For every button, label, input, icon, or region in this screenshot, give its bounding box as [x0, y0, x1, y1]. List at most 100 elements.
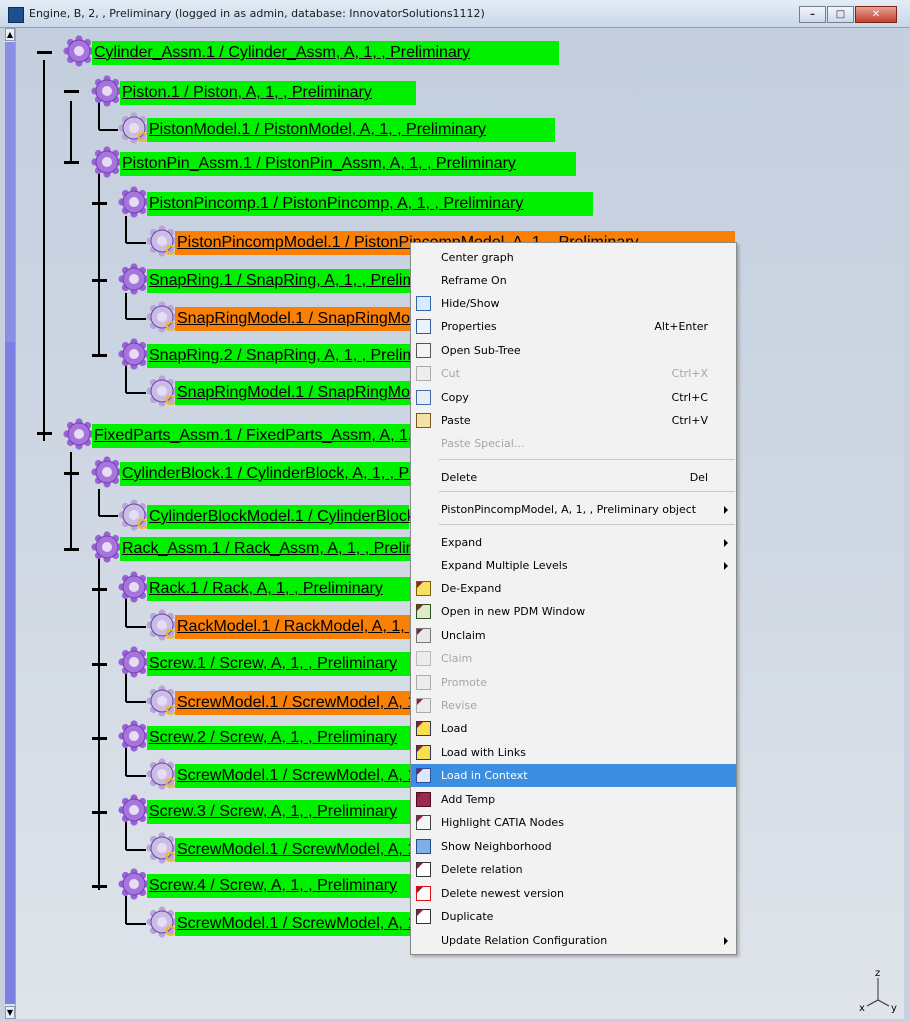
menu-item-center-graph[interactable]: Center graph	[411, 246, 736, 269]
product-gear-icon[interactable]	[117, 645, 151, 679]
menu-item-open-in-new-pdm-window[interactable]: Open in new PDM Window	[411, 600, 736, 623]
catia-model-icon[interactable]: C	[145, 684, 179, 719]
menu-item-label: Update Relation Configuration	[441, 934, 608, 947]
product-gear-icon[interactable]	[62, 417, 96, 451]
product-gear-icon[interactable]	[90, 74, 124, 108]
menu-item-expand-multiple-levels[interactable]: Expand Multiple Levels	[411, 554, 736, 577]
tree-node-label[interactable]: SnapRing.1 / SnapRing, A, 1, , Prelimina…	[147, 269, 451, 293]
menu-item-reframe-on[interactable]: Reframe On	[411, 269, 736, 292]
menu-item-label: Load with Links	[441, 746, 526, 759]
tree-node-label[interactable]: ScrewModel.1 / ScrewModel, A, 1, , Preli…	[175, 912, 514, 936]
tree-node-label[interactable]: Screw.1 / Screw, A, 1, , Preliminary	[147, 652, 415, 676]
menu-separator	[439, 524, 735, 525]
menu-item-de-expand[interactable]: De-Expand	[411, 577, 736, 600]
submenu-arrow-icon	[724, 562, 728, 570]
tree-node-label[interactable]: SnapRingModel.1 / SnapRingModel, A, 1, ,…	[175, 381, 566, 405]
product-gear-icon[interactable]	[117, 570, 151, 604]
catia-flag-icon	[417, 582, 423, 588]
menu-item-delete[interactable]: Delete Del	[411, 466, 736, 489]
product-gear-icon[interactable]	[117, 867, 151, 901]
menu-item-add-temp[interactable]: Add Temp	[411, 788, 736, 811]
load-context-icon	[416, 768, 431, 783]
catia-model-icon[interactable]: C	[117, 498, 151, 533]
product-gear-icon[interactable]	[90, 455, 124, 489]
menu-item-label: Add Temp	[441, 793, 496, 806]
catia-model-icon[interactable]: C	[145, 300, 179, 335]
tree-node-label[interactable]: Rack.1 / Rack, A, 1, , Preliminary	[147, 577, 415, 601]
menu-item-unclaim[interactable]: Unclaim	[411, 624, 736, 647]
menu-item-update-relation-configuration[interactable]: Update Relation Configuration	[411, 929, 736, 952]
delete-relation-icon	[416, 862, 431, 877]
menu-item-highlight-catia-nodes[interactable]: Highlight CATIA Nodes	[411, 811, 736, 834]
menu-item-label: Load	[441, 722, 468, 735]
catia-flag-icon	[417, 863, 423, 869]
context-menu: Center graph Reframe On Hide/Show Propertie…	[410, 242, 737, 955]
tree-node-label[interactable]: Cylinder_Assm.1 / Cylinder_Assm, A, 1, ,…	[92, 41, 559, 65]
add-temp-icon	[416, 792, 431, 807]
catia-model-icon[interactable]: C	[145, 757, 179, 792]
revise-icon	[416, 698, 431, 713]
tree-node-label[interactable]: CylinderBlockModel.1 / CylinderBlockMode…	[147, 505, 593, 529]
tree-node-label[interactable]: ScrewModel.1 / ScrewModel, A, 1, , Preli…	[175, 764, 514, 788]
menu-item-show-neighborhood[interactable]: Show Neighborhood	[411, 835, 736, 858]
load-icon	[416, 721, 431, 736]
submenu-arrow-icon	[724, 937, 728, 945]
catia-model-icon[interactable]: C	[145, 224, 179, 259]
menu-item-claim[interactable]: Claim	[411, 647, 736, 670]
load-links-icon	[416, 745, 431, 760]
tree-node-label[interactable]: FixedParts_Assm.1 / FixedParts_Assm, A, …	[92, 424, 506, 448]
tree-node-label[interactable]: Piston.1 / Piston, A, 1, , Preliminary	[120, 81, 416, 105]
delete-version-icon	[416, 886, 431, 901]
menu-item-label: Open in new PDM Window	[441, 605, 586, 618]
menu-item-promote[interactable]: Promote	[411, 671, 736, 694]
tree-node-label[interactable]: SnapRing.2 / SnapRing, A, 1, , Prelimina…	[147, 344, 451, 368]
tree-node-label[interactable]: Screw.3 / Screw, A, 1, , Preliminary	[147, 800, 415, 824]
menu-item-delete-newest-version[interactable]: Delete newest version	[411, 882, 736, 905]
catia-model-icon[interactable]: C	[117, 111, 151, 146]
menu-item-load-in-context[interactable]: Load in Context	[411, 764, 736, 787]
product-gear-icon[interactable]	[117, 262, 151, 296]
menu-item-pistonpincompmodel-a-1-preliminary-object[interactable]: PistonPincompModel, A, 1, , Preliminary …	[411, 498, 736, 521]
axis-y-label: y	[891, 1003, 897, 1014]
tree-node-label[interactable]: PistonModel.1 / PistonModel, A, 1, , Pre…	[147, 118, 555, 142]
catia-model-icon[interactable]: C	[145, 831, 179, 866]
tree-node-label[interactable]: PistonPin_Assm.1 / PistonPin_Assm, A, 1,…	[120, 152, 576, 176]
neighborhood-icon	[416, 839, 431, 854]
tree-node-label[interactable]: SnapRingModel.1 / SnapRingModel, A, 1, ,…	[175, 307, 566, 331]
menu-item-duplicate[interactable]: Duplicate	[411, 905, 736, 928]
menu-item-load-with-links[interactable]: Load with Links	[411, 741, 736, 764]
tree-node-label[interactable]: Screw.2 / Screw, A, 1, , Preliminary	[147, 726, 415, 750]
tree-node-label[interactable]: ScrewModel.1 / ScrewModel, A, 1, , Preli…	[175, 838, 514, 862]
product-gear-icon[interactable]	[117, 337, 151, 371]
menu-item-properties[interactable]: Properties Alt+Enter	[411, 315, 736, 338]
menu-item-hide-show[interactable]: Hide/Show	[411, 292, 736, 315]
submenu-arrow-icon	[724, 539, 728, 547]
menu-item-label: Unclaim	[441, 629, 486, 642]
menu-item-label: Promote	[441, 676, 487, 689]
tree-node-label[interactable]: RackModel.1 / RackModel, A, 1, , Prelimi…	[175, 615, 498, 639]
menu-item-expand[interactable]: Expand	[411, 531, 736, 554]
product-gear-icon[interactable]	[62, 34, 96, 68]
menu-item-delete-relation[interactable]: Delete relation	[411, 858, 736, 881]
product-gear-icon[interactable]	[117, 793, 151, 827]
product-gear-icon[interactable]	[117, 185, 151, 219]
catia-model-icon[interactable]: C	[145, 608, 179, 643]
tree-node-label[interactable]: CylinderBlock.1 / CylinderBlock, A, 1, ,…	[120, 462, 479, 486]
menu-item-revise[interactable]: Revise	[411, 694, 736, 717]
menu-item-load[interactable]: Load	[411, 717, 736, 740]
tree-node-label[interactable]: Rack_Assm.1 / Rack_Assm, A, 1, , Prelimi…	[120, 537, 454, 561]
tree-node-label[interactable]: Screw.4 / Screw, A, 1, , Preliminary	[147, 874, 415, 898]
product-gear-icon[interactable]	[117, 719, 151, 753]
menu-item-paste-special[interactable]: Paste Special...	[411, 432, 736, 455]
catia-model-icon[interactable]: C	[145, 374, 179, 409]
product-gear-icon[interactable]	[90, 530, 124, 564]
tree-node-label[interactable]: ScrewModel.1 / ScrewModel, A, 1, , Preli…	[175, 691, 514, 715]
product-gear-icon[interactable]	[90, 145, 124, 179]
menu-item-open-sub-tree[interactable]: Open Sub-Tree	[411, 339, 736, 362]
tree-node-label[interactable]: PistonPincomp.1 / PistonPincomp, A, 1, ,…	[147, 192, 593, 216]
menu-item-cut[interactable]: Cut Ctrl+X	[411, 362, 736, 385]
menu-item-copy[interactable]: Copy Ctrl+C	[411, 386, 736, 409]
catia-model-icon[interactable]: C	[145, 905, 179, 940]
catia-flag-icon	[417, 769, 423, 775]
menu-item-paste[interactable]: Paste Ctrl+V	[411, 409, 736, 432]
